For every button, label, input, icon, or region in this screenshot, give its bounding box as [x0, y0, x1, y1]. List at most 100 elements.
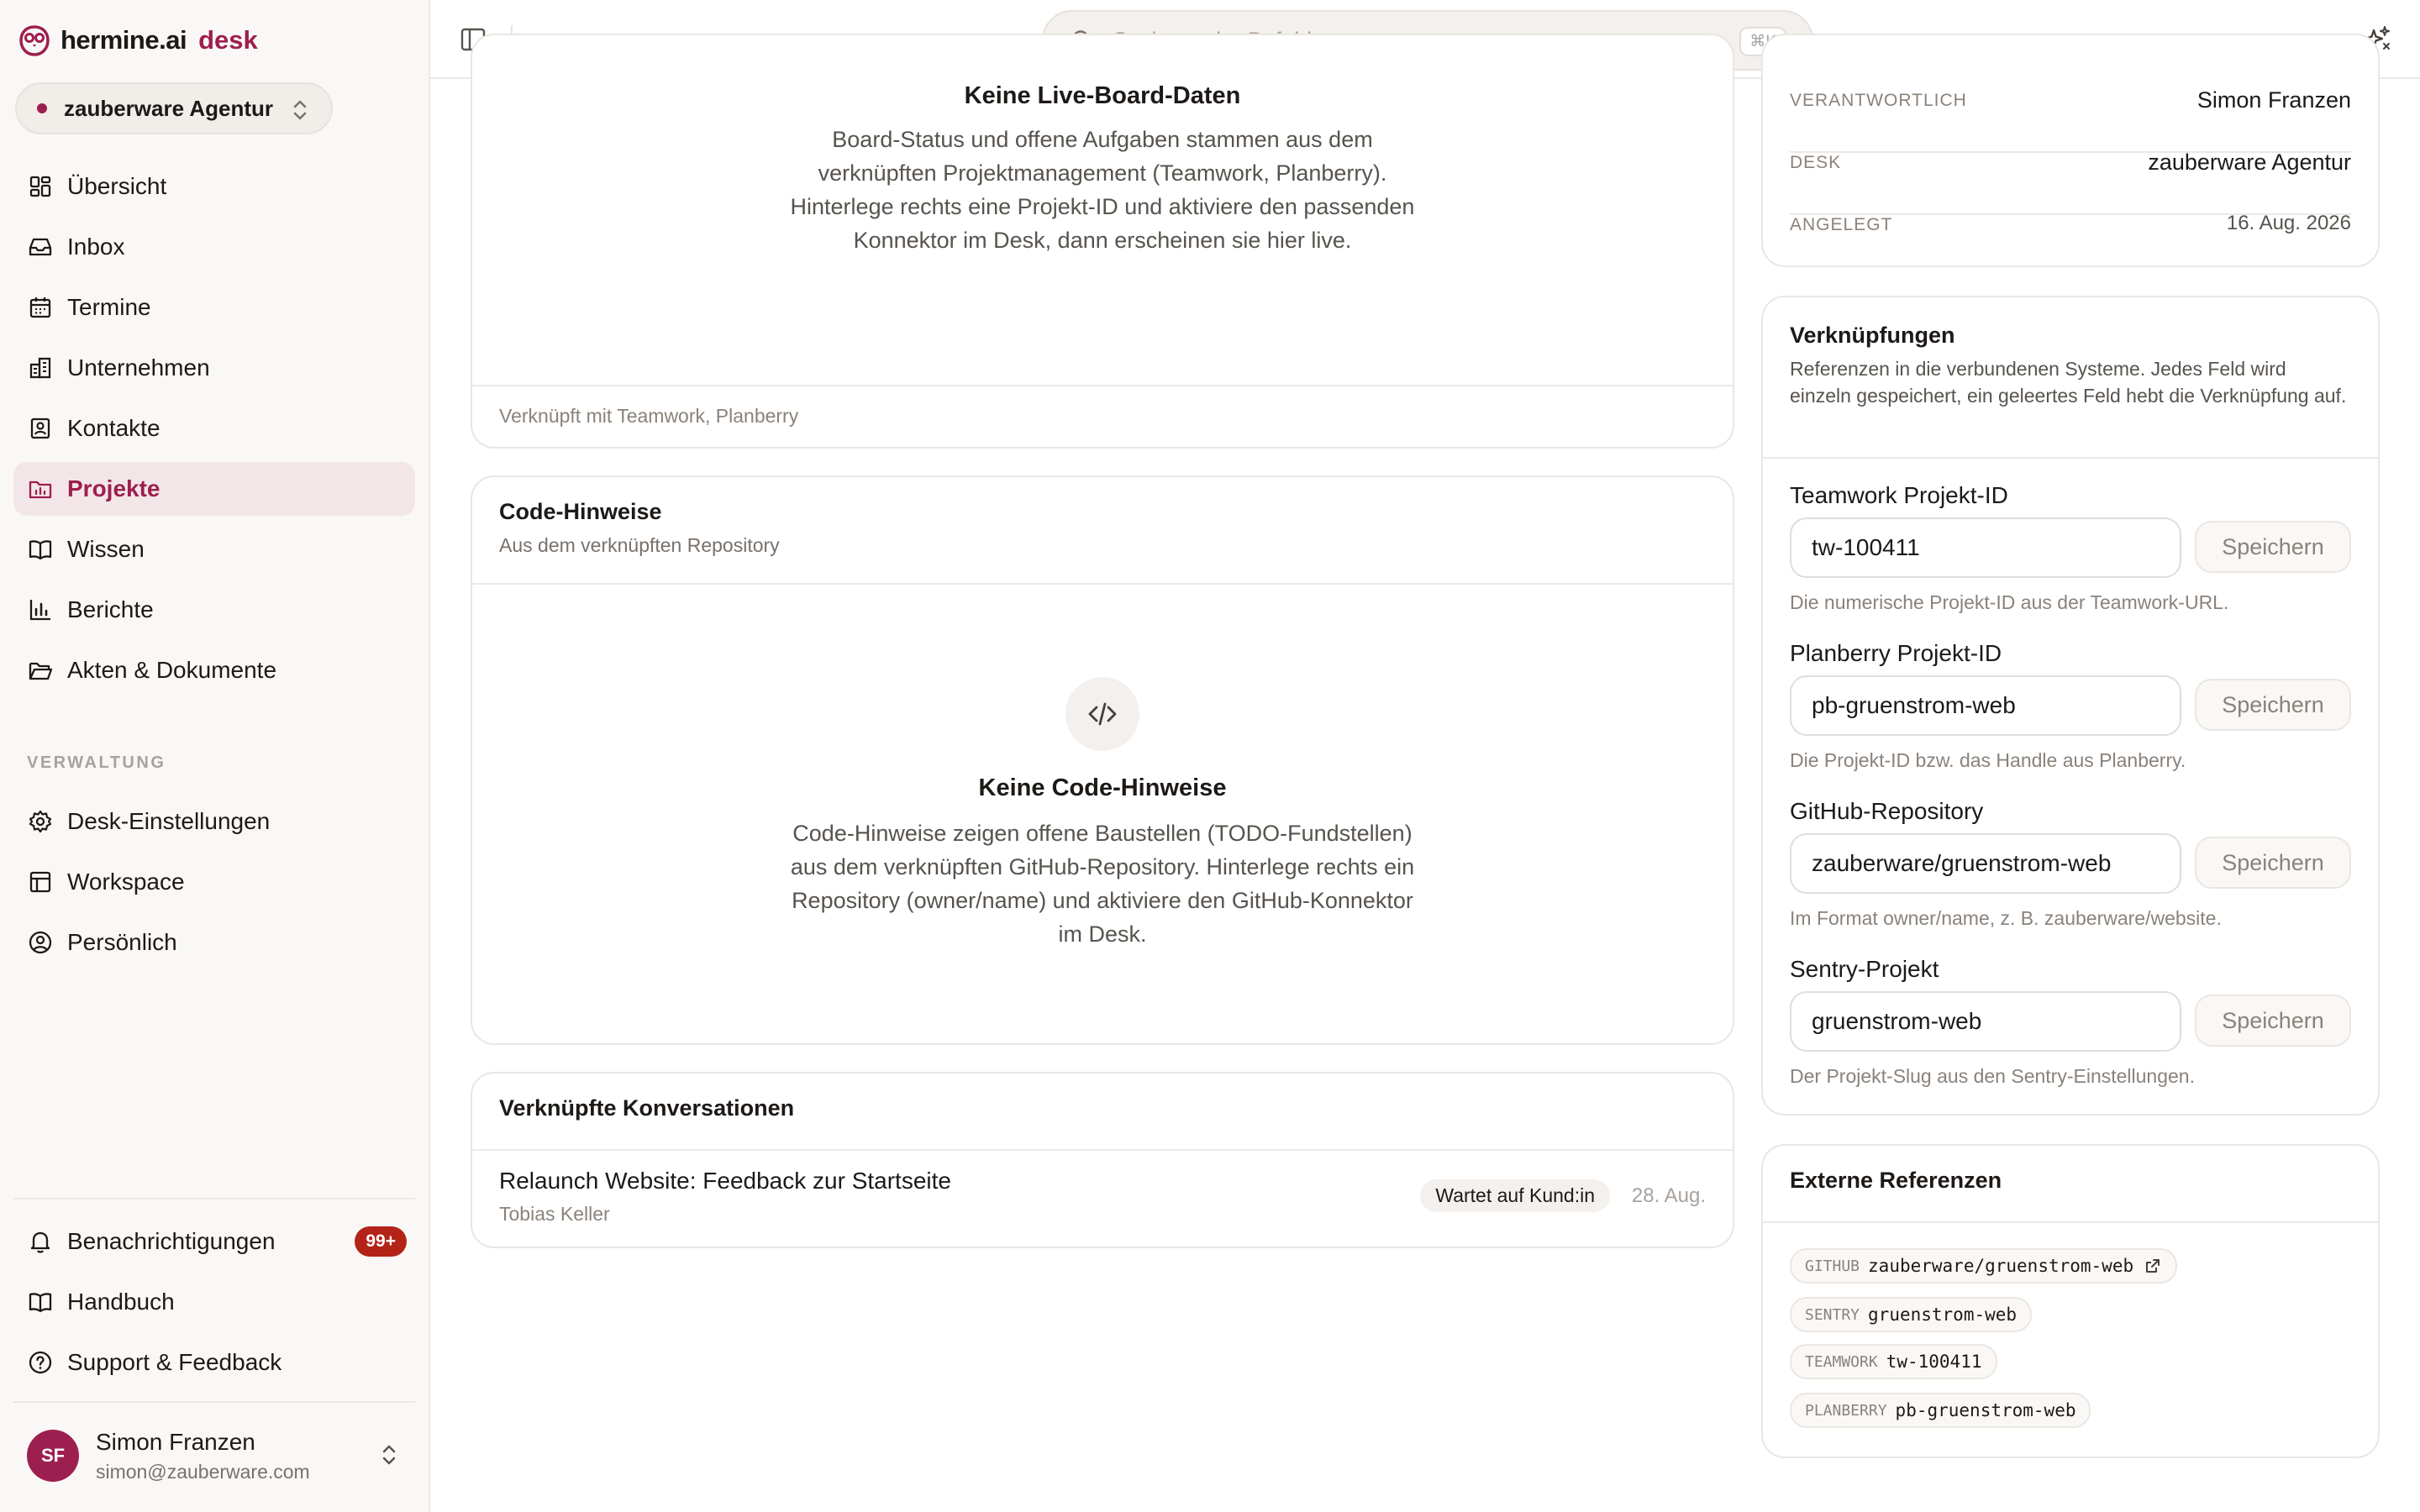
project-meta-card: VERANTWORTLICH Simon Franzen DESK zauber… [1761, 34, 2380, 267]
links-description: Referenzen in die verbundenen Systeme. J… [1790, 358, 2347, 407]
sidebar-divider [13, 1401, 415, 1403]
meta-key: VERANTWORTLICH [1790, 91, 1967, 110]
sentry-hint: Der Projekt-Slug aus den Sentry-Einstell… [1790, 1065, 2195, 1087]
external-refs-header: Externe Referenzen [1763, 1146, 2378, 1223]
nav-item-akten[interactable]: Akten & Dokumente [13, 643, 415, 697]
conversations-title: Verknüpfte Konversationen [499, 1095, 795, 1121]
planberry-save-button[interactable]: Speichern [2195, 679, 2351, 731]
meta-value: 16. Aug. 2026 [2226, 212, 2351, 234]
external-refs-card: Externe Referenzen GITHUB zauberware/gru… [1761, 1144, 2380, 1458]
nav-label: Benachrichtigungen [67, 1228, 276, 1254]
user-email: simon@zauberware.com [96, 1460, 310, 1483]
board-card: Keine Live-Board-Daten Board-Status und … [471, 34, 1734, 449]
notification-badge: 99+ [355, 1226, 407, 1257]
teamwork-label: Teamwork Projekt-ID [1790, 482, 2008, 508]
nav-item-inbox[interactable]: Inbox [13, 220, 415, 274]
bottom-nav: Benachrichtigungen 99+ Handbuch Support … [13, 1215, 415, 1396]
nav-item-benachrichtigungen[interactable]: Benachrichtigungen 99+ [13, 1215, 415, 1268]
folder-open-icon [29, 662, 53, 680]
user-menu[interactable]: SF Simon Franzen simon@zauberware.com [27, 1428, 413, 1483]
nav-item-kontakte[interactable]: Kontakte [13, 402, 415, 455]
owl-logo-icon [19, 25, 50, 56]
ref-value: gruenstrom-web [1868, 1305, 2018, 1325]
nav-label: Unternehmen [67, 354, 210, 381]
nav-item-support[interactable]: Support & Feedback [13, 1336, 415, 1389]
workspace-switcher[interactable]: zauberware Agentur [15, 82, 333, 134]
ref-value: tw-100411 [1886, 1352, 1982, 1372]
book-icon [29, 1293, 52, 1313]
code-empty-text: Code-Hinweise zeigen offene Baustellen (… [790, 821, 1415, 947]
nav-label: Support & Feedback [67, 1349, 282, 1375]
user-name: Simon Franzen [96, 1428, 255, 1455]
nav-item-persoenlich[interactable]: Persönlich [13, 916, 415, 969]
nav-item-handbuch[interactable]: Handbuch [13, 1275, 415, 1329]
conversations-header: Verknüpfte Konversationen [472, 1074, 1733, 1151]
bar-chart-icon [29, 600, 50, 621]
nav-item-projekte[interactable]: Projekte [13, 462, 415, 516]
main-nav: Übersicht Inbox Termine Unternehmen Kont… [13, 160, 415, 704]
brand-product: desk [198, 25, 258, 55]
nav-item-desk-einstellungen[interactable]: Desk-Einstellungen [13, 795, 415, 848]
nav-label: Berichte [67, 596, 154, 622]
nav-label: Akten & Dokumente [67, 657, 277, 683]
meta-key: ANGELEGT [1790, 215, 1893, 234]
ref-key: GITHUB [1805, 1257, 1860, 1275]
ref-pill-sentry: SENTRY gruenstrom-web [1790, 1297, 2033, 1332]
gear-icon [29, 810, 52, 833]
code-icon-wrap [1065, 677, 1139, 751]
nav-label: Inbox [67, 234, 125, 260]
folder-chart-icon [29, 480, 52, 499]
ref-value: zauberware/gruenstrom-web [1868, 1256, 2134, 1276]
github-save-button[interactable]: Speichern [2195, 837, 2351, 889]
teamwork-id-input[interactable] [1790, 517, 2181, 578]
code-icon [1088, 702, 1117, 726]
links-header: Verknüpfungen Referenzen in die verbunde… [1763, 297, 2378, 459]
nav-label: Handbuch [67, 1289, 175, 1315]
nav-item-termine[interactable]: Termine [13, 281, 415, 334]
inbox-icon [29, 238, 52, 256]
chevron-up-down-icon [293, 100, 307, 120]
nav-label: Persönlich [67, 929, 177, 955]
code-hints-subtitle: Aus dem verknüpften Repository [499, 534, 780, 556]
nav-label: Desk-Einstellungen [67, 808, 271, 834]
code-hints-header: Code-Hinweise Aus dem verknüpften Reposi… [472, 477, 1733, 585]
user-circle-icon [29, 931, 52, 954]
nav-item-wissen[interactable]: Wissen [13, 522, 415, 576]
calendar-icon [29, 297, 51, 318]
meta-key: DESK [1790, 153, 1842, 172]
workspace-dot [37, 103, 47, 113]
planberry-id-input[interactable] [1790, 675, 2181, 736]
ref-key: SENTRY [1805, 1305, 1860, 1324]
contact-card-icon [30, 417, 50, 439]
nav-item-unternehmen[interactable]: Unternehmen [13, 341, 415, 395]
nav-item-uebersicht[interactable]: Übersicht [13, 160, 415, 213]
nav-label: Kontakte [67, 415, 160, 441]
board-empty-title: Keine Live-Board-Daten [964, 82, 1241, 109]
ref-pill-github[interactable]: GITHUB zauberware/gruenstrom-web [1790, 1248, 2178, 1284]
ref-value: pb-gruenstrom-web [1895, 1400, 2076, 1420]
chevron-up-down-icon [382, 1445, 396, 1465]
brand[interactable]: hermine.ai desk [18, 22, 258, 59]
help-circle-icon [29, 1351, 52, 1374]
dashboard-icon [29, 176, 51, 197]
conversation-row[interactable]: Relaunch Website: Feedback zur Startseit… [472, 1149, 1733, 1240]
github-repo-input[interactable] [1790, 833, 2181, 894]
building-icon [29, 357, 51, 379]
board-empty-text: Board-Status und offene Aufgaben stammen… [790, 127, 1415, 253]
nav-item-workspace[interactable]: Workspace [13, 855, 415, 909]
planberry-label: Planberry Projekt-ID [1790, 640, 2002, 666]
admin-nav: VERWALTUNG Desk-Einstellungen Workspace … [13, 748, 415, 976]
github-label: GitHub-Repository [1790, 798, 1984, 824]
sidebar-divider [13, 1198, 415, 1200]
board-footnote: Verknüpft mit Teamwork, Planberry [499, 405, 799, 427]
sentry-label: Sentry-Projekt [1790, 956, 1939, 982]
brand-name: hermine.ai [60, 25, 187, 55]
sentry-project-input[interactable] [1790, 991, 2181, 1052]
layout-icon [29, 871, 51, 893]
teamwork-save-button[interactable]: Speichern [2195, 521, 2351, 573]
sentry-save-button[interactable]: Speichern [2195, 995, 2351, 1047]
sidebar: hermine.ai desk zauberware Agentur Übers… [0, 0, 430, 1512]
nav-label: Wissen [67, 536, 145, 562]
external-refs-title: Externe Referenzen [1790, 1168, 2002, 1193]
nav-item-berichte[interactable]: Berichte [13, 583, 415, 637]
